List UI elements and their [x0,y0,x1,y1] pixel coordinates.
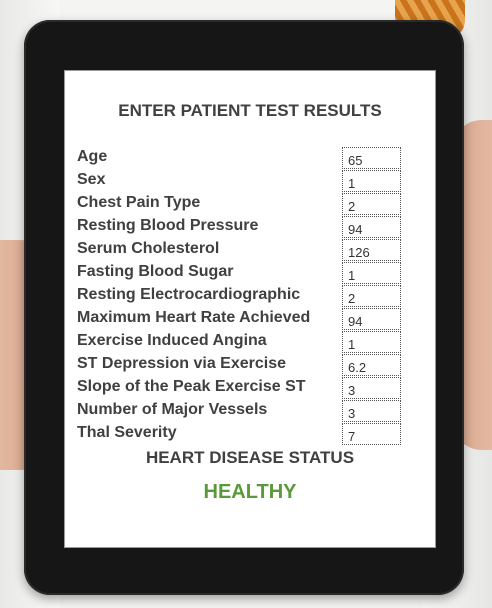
field-label-age: Age [77,148,108,165]
field-row-max-heart-rate: Maximum Heart Rate Achieved 94 [77,308,427,331]
max-heart-rate-input[interactable]: 94 [342,308,401,330]
serum-cholesterol-input[interactable]: 126 [342,239,401,261]
exercise-induced-angina-input[interactable]: 1 [342,331,401,353]
field-row-sex: Sex 1 [77,170,427,193]
field-label-thal-severity: Thal Severity [77,424,177,441]
field-row-resting-blood-pressure: Resting Blood Pressure 94 [77,216,427,239]
field-label-fasting-blood-sugar: Fasting Blood Sugar [77,263,234,280]
sex-input[interactable]: 1 [342,170,401,192]
field-row-major-vessels: Number of Major Vessels 3 [77,400,427,423]
field-label-serum-cholesterol: Serum Cholesterol [77,240,220,257]
thal-severity-input[interactable]: 7 [342,423,401,445]
tablet-device: ENTER PATIENT TEST RESULTS Age 65 Sex 1 … [24,20,464,595]
field-row-serum-cholesterol: Serum Cholesterol 126 [77,239,427,262]
field-row-st-depression: ST Depression via Exercise 6.2 [77,354,427,377]
field-label-resting-ecg: Resting Electrocardiographic [77,286,301,303]
field-row-slope-peak-st: Slope of the Peak Exercise ST 3 [77,377,427,400]
field-label-max-heart-rate: Maximum Heart Rate Achieved [77,309,311,326]
resting-blood-pressure-input[interactable]: 94 [342,216,401,238]
tablet-screen: ENTER PATIENT TEST RESULTS Age 65 Sex 1 … [64,70,436,548]
age-input[interactable]: 65 [342,147,401,169]
heart-disease-status-label: HEART DISEASE STATUS [145,448,355,467]
field-row-fasting-blood-sugar: Fasting Blood Sugar 1 [77,262,427,285]
st-depression-input[interactable]: 6.2 [342,354,401,376]
field-row-exercise-induced-angina: Exercise Induced Angina 1 [77,331,427,354]
field-label-st-depression: ST Depression via Exercise [77,355,286,372]
field-row-resting-ecg: Resting Electrocardiographic 2 [77,285,427,308]
fasting-blood-sugar-input[interactable]: 1 [342,262,401,284]
field-label-sex: Sex [77,171,106,188]
slope-peak-st-input[interactable]: 3 [342,377,401,399]
field-label-slope-peak-st: Slope of the Peak Exercise ST [77,378,306,395]
field-label-resting-blood-pressure: Resting Blood Pressure [77,217,259,234]
resting-ecg-input[interactable]: 2 [342,285,401,307]
form-title: ENTER PATIENT TEST RESULTS [118,101,382,120]
chest-pain-type-input[interactable]: 2 [342,193,401,215]
heart-disease-status-value: HEALTHY [203,481,297,503]
field-label-chest-pain-type: Chest Pain Type [77,194,201,211]
field-label-exercise-induced-angina: Exercise Induced Angina [77,332,267,349]
field-row-thal-severity: Thal Severity 7 [77,423,427,446]
field-row-chest-pain-type: Chest Pain Type 2 [77,193,427,216]
field-row-age: Age 65 [77,147,427,170]
field-label-major-vessels: Number of Major Vessels [77,401,268,418]
major-vessels-input[interactable]: 3 [342,400,401,422]
